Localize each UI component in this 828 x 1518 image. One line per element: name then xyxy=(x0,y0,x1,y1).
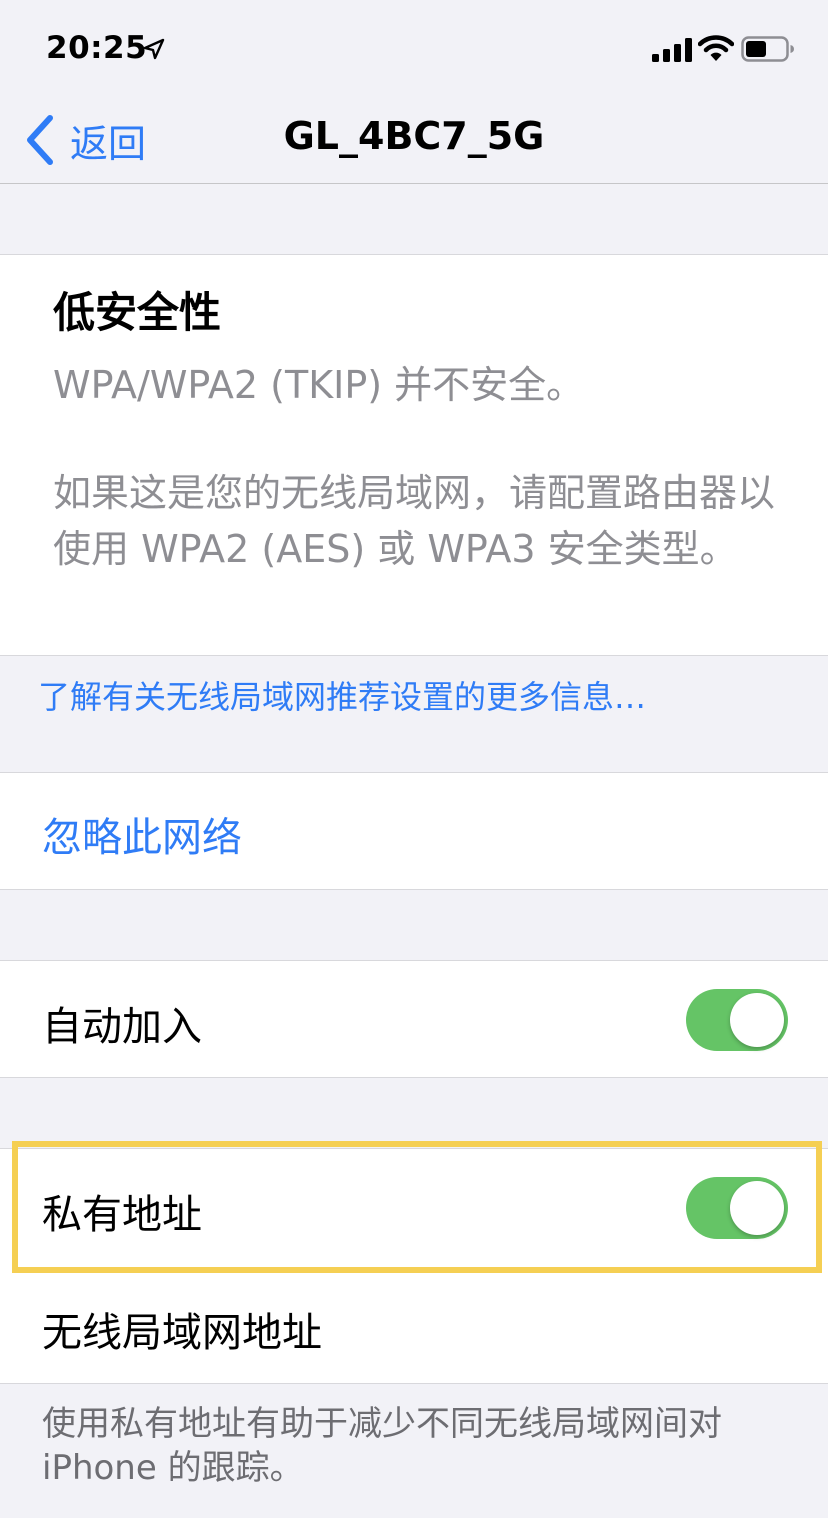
learn-more-link[interactable]: 了解有关无线局域网推荐设置的更多信息… xyxy=(38,672,646,718)
security-warning-title: 低安全性 xyxy=(53,288,222,337)
cellular-signal-icon xyxy=(652,38,692,62)
auto-join-label: 自动加入 xyxy=(42,1004,202,1050)
battery-icon xyxy=(741,36,794,62)
navigation-bar: 返回 GL_4BC7_5G xyxy=(0,100,828,184)
security-warning-paragraph: 如果这是您的无线局域网，请配置路由器以使用 WPA2 (AES) 或 WPA3 … xyxy=(53,471,776,571)
status-time: 20:25 xyxy=(46,30,148,66)
auto-join-toggle[interactable] xyxy=(686,989,788,1051)
wifi-network-detail-screen: 20:25 返回 GL_4BC7_5G 低安全性 WPA/WPA2 (TKIP)… xyxy=(0,0,828,1518)
status-bar: 20:25 xyxy=(0,0,828,100)
forget-network-button[interactable]: 忽略此网络 xyxy=(0,772,828,890)
security-warning-line: WPA/WPA2 (TKIP) 并不安全。 xyxy=(53,363,585,407)
toggle-knob xyxy=(730,993,784,1047)
page-title: GL_4BC7_5G xyxy=(283,114,545,158)
auto-join-row: 自动加入 xyxy=(0,960,828,1078)
private-address-footnote: 使用私有地址有助于减少不同无线局域网间对 iPhone 的跟踪。 xyxy=(42,1404,722,1488)
forget-network-label: 忽略此网络 xyxy=(42,815,242,861)
security-warning-card: 低安全性 WPA/WPA2 (TKIP) 并不安全。 如果这是您的无线局域网，请… xyxy=(0,254,828,656)
wlan-address-row: 无线局域网地址 xyxy=(0,1267,828,1385)
highlight-box xyxy=(12,1141,822,1273)
location-arrow-icon xyxy=(143,38,165,60)
wlan-address-label: 无线局域网地址 xyxy=(42,1310,322,1356)
wifi-icon xyxy=(698,35,734,61)
